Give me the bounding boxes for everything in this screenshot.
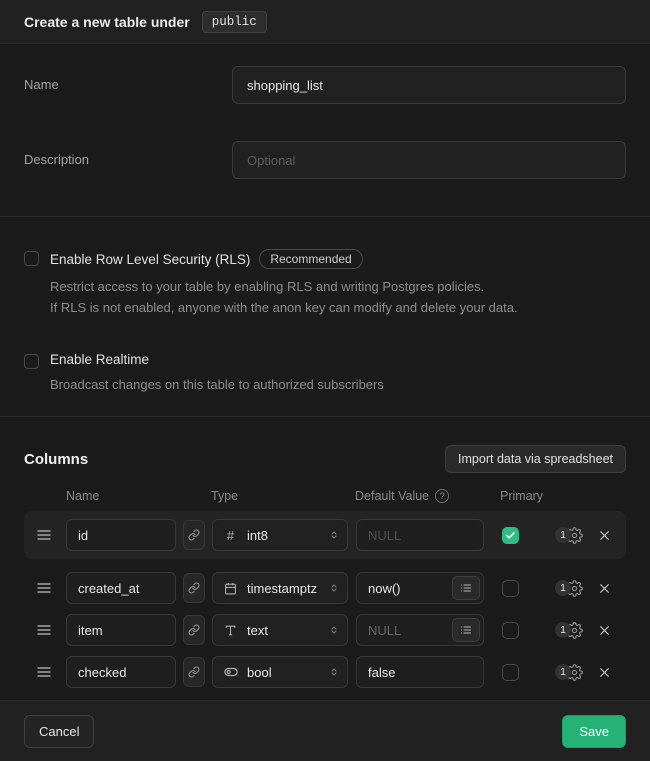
chevron-up-down-icon (328, 529, 340, 541)
header-name: Name (66, 489, 211, 503)
column-row-id: # int8 1 (24, 511, 626, 559)
realtime-description: Broadcast changes on this table to autho… (50, 374, 384, 395)
default-value-field (356, 519, 484, 551)
description-label: Description (24, 141, 232, 179)
remove-column-button[interactable] (597, 623, 612, 638)
column-type-select[interactable]: timestamptz (212, 572, 348, 604)
foreign-key-link-button[interactable] (183, 520, 205, 550)
default-value-input (368, 528, 480, 543)
default-value-input[interactable] (368, 623, 452, 638)
primary-checkbox[interactable] (502, 622, 519, 639)
default-value-input[interactable] (368, 581, 452, 596)
close-icon (597, 528, 612, 543)
name-row: Name (24, 66, 626, 104)
realtime-toggle-block: Enable Realtime Broadcast changes on thi… (24, 352, 626, 395)
help-icon[interactable]: ? (435, 489, 449, 503)
column-name-input[interactable] (66, 572, 176, 604)
default-value-field (356, 614, 484, 646)
columns-header-row: Name Type Default Value ? Primary (24, 489, 626, 503)
columns-section: Columns Import data via spreadsheet Name… (0, 417, 650, 700)
close-icon (597, 623, 612, 638)
boolean-icon (223, 665, 238, 679)
name-label: Name (24, 66, 232, 104)
column-row-created-at: timestamptz 1 (24, 567, 626, 609)
rls-description-line1: Restrict access to your table by enablin… (50, 276, 518, 297)
rls-description-line2: If RLS is not enabled, anyone with the a… (50, 297, 518, 318)
dialog-title: Create a new table under (24, 14, 190, 30)
column-row-checked: bool 1 (24, 651, 626, 693)
list-icon (460, 624, 472, 636)
list-icon (460, 582, 472, 594)
close-icon (597, 581, 612, 596)
drag-handle-icon[interactable] (36, 622, 52, 638)
cancel-button[interactable]: Cancel (24, 715, 94, 748)
chevron-up-down-icon (328, 666, 340, 678)
foreign-key-link-button[interactable] (183, 573, 205, 603)
settings-count-badge: 1 (555, 622, 571, 638)
header-type: Type (211, 489, 355, 503)
rls-checkbox[interactable] (24, 251, 39, 266)
import-spreadsheet-button[interactable]: Import data via spreadsheet (445, 445, 626, 473)
remove-column-button[interactable] (597, 665, 612, 680)
header-primary: Primary (500, 489, 543, 503)
link-icon (188, 624, 200, 636)
table-details-section: Name Description (0, 44, 650, 217)
primary-checkbox[interactable] (502, 580, 519, 597)
settings-count-badge: 1 (555, 527, 571, 543)
chevron-up-down-icon (328, 582, 340, 594)
rls-toggle-block: Enable Row Level Security (RLS) Recommen… (24, 249, 626, 319)
save-button[interactable]: Save (562, 715, 626, 748)
column-name-input[interactable] (66, 519, 176, 551)
default-suggestions-button[interactable] (452, 618, 480, 642)
column-type-select[interactable]: # int8 (212, 519, 348, 551)
link-icon (188, 582, 200, 594)
column-type-select[interactable]: bool (212, 656, 348, 688)
remove-column-button[interactable] (597, 581, 612, 596)
calendar-icon (223, 582, 238, 595)
table-name-input[interactable] (232, 66, 626, 104)
foreign-key-link-button[interactable] (183, 615, 205, 645)
column-row-item: text 1 (24, 609, 626, 651)
link-icon (188, 529, 200, 541)
create-table-dialog: Create a new table under public Name Des… (0, 0, 650, 761)
primary-checkbox[interactable] (502, 527, 519, 544)
default-value-input[interactable] (368, 665, 480, 680)
text-type-icon (223, 624, 238, 637)
table-options-section: Enable Row Level Security (RLS) Recommen… (0, 217, 650, 417)
header-default-value: Default Value (355, 489, 429, 503)
recommended-badge: Recommended (259, 249, 362, 269)
drag-handle-icon[interactable] (36, 527, 52, 543)
columns-title: Columns (24, 451, 88, 468)
rls-title: Enable Row Level Security (RLS) (50, 252, 250, 267)
default-value-field (356, 572, 484, 604)
chevron-up-down-icon (328, 624, 340, 636)
realtime-checkbox[interactable] (24, 354, 39, 369)
schema-badge: public (202, 11, 267, 33)
description-row: Description (24, 141, 626, 179)
drag-handle-icon[interactable] (36, 580, 52, 596)
column-name-input[interactable] (66, 614, 176, 646)
dialog-header: Create a new table under public (0, 0, 650, 44)
table-description-input[interactable] (232, 141, 626, 179)
foreign-key-link-button[interactable] (183, 657, 205, 687)
dialog-footer: Cancel Save (0, 700, 650, 761)
primary-checkbox[interactable] (502, 664, 519, 681)
column-type-select[interactable]: text (212, 614, 348, 646)
realtime-title: Enable Realtime (50, 352, 149, 367)
default-value-field (356, 656, 484, 688)
close-icon (597, 665, 612, 680)
drag-handle-icon[interactable] (36, 664, 52, 680)
number-icon: # (223, 528, 238, 543)
settings-count-badge: 1 (555, 664, 571, 680)
remove-column-button[interactable] (597, 528, 612, 543)
rls-content: Enable Row Level Security (RLS) Recommen… (50, 249, 518, 319)
settings-count-badge: 1 (555, 580, 571, 596)
default-suggestions-button[interactable] (452, 576, 480, 600)
column-name-input[interactable] (66, 656, 176, 688)
check-icon (505, 530, 516, 541)
realtime-content: Enable Realtime Broadcast changes on thi… (50, 352, 384, 395)
link-icon (188, 666, 200, 678)
